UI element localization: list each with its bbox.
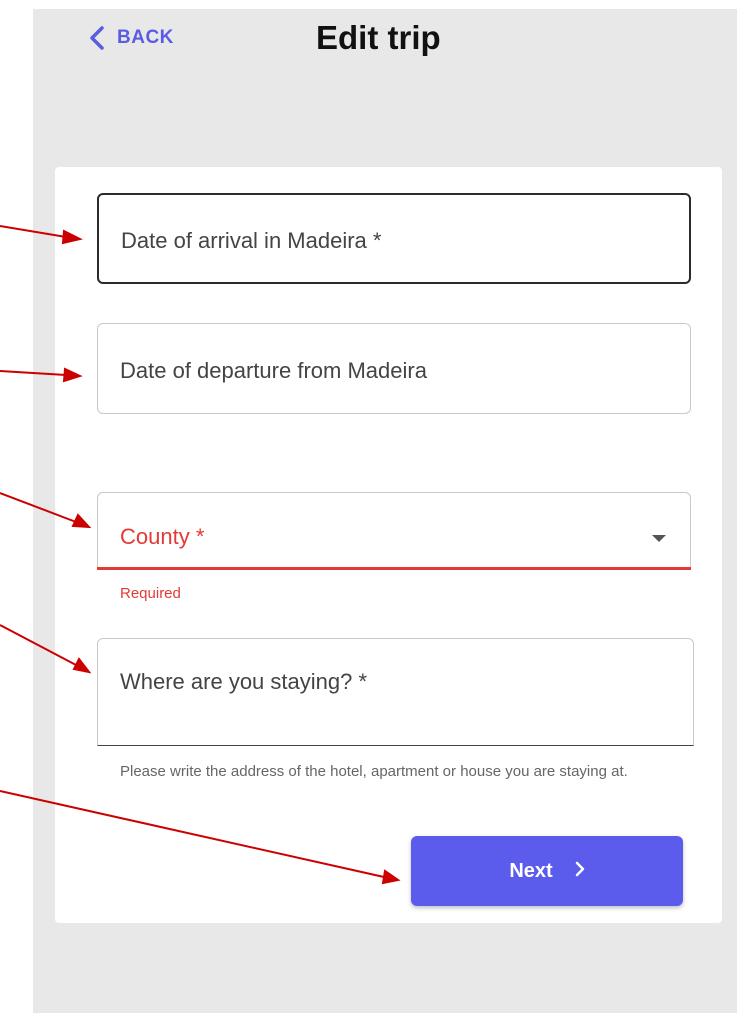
county-label: County * xyxy=(120,524,205,549)
county-error-message: Required xyxy=(120,585,181,602)
arrival-date-field[interactable]: Date of arrival in Madeira * xyxy=(97,193,691,284)
county-error-underline xyxy=(97,567,691,570)
arrival-date-label: Date of arrival in Madeira * xyxy=(121,228,382,253)
county-select[interactable]: County * xyxy=(97,492,691,570)
back-label: BACK xyxy=(117,27,174,48)
header-bar: BACK Edit trip xyxy=(33,9,737,69)
chevron-left-icon xyxy=(89,25,105,51)
next-label: Next xyxy=(509,859,553,882)
departure-date-label: Date of departure from Madeira xyxy=(120,358,427,383)
page-title: Edit trip xyxy=(316,19,441,56)
back-button[interactable]: BACK xyxy=(89,23,174,53)
departure-date-field[interactable]: Date of departure from Madeira xyxy=(97,323,691,414)
next-button[interactable]: Next xyxy=(411,836,683,906)
staying-address-label: Where are you staying? * xyxy=(120,669,368,694)
staying-address-field[interactable]: Where are you staying? * xyxy=(97,638,694,746)
staying-helper-text: Please write the address of the hotel, a… xyxy=(120,763,628,780)
caret-down-icon[interactable] xyxy=(652,535,666,542)
chevron-right-icon xyxy=(575,860,585,883)
